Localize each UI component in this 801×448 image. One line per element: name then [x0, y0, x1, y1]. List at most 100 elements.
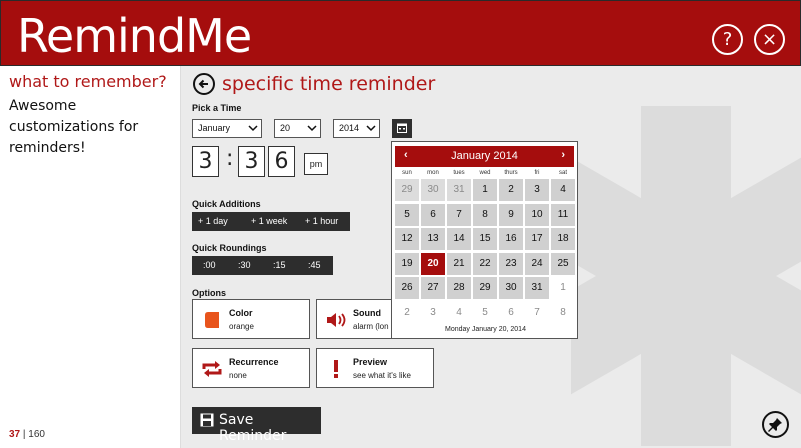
calendar-day[interactable]: 28	[447, 277, 471, 299]
color-option-title: Color	[229, 308, 253, 318]
calendar-day[interactable]: 7	[525, 301, 549, 324]
calendar-header: ‹ January 2014 ›	[395, 146, 574, 167]
add-1-week-button[interactable]: + 1 week	[251, 216, 287, 226]
calendar-day[interactable]: 16	[499, 228, 523, 250]
calendar-day[interactable]: 24	[525, 252, 549, 275]
calendar-day[interactable]: 26	[395, 277, 419, 299]
calendar-day[interactable]: 9	[499, 203, 523, 226]
calendar-day[interactable]: 8	[551, 301, 575, 324]
asterisk-watermark	[571, 106, 801, 446]
pick-time-label: Pick a Time	[192, 103, 242, 113]
calendar-day[interactable]: 15	[473, 228, 497, 250]
calendar-day[interactable]: 13	[421, 228, 445, 250]
calendar-day[interactable]: 4	[551, 179, 575, 201]
weekday-label: fri	[534, 170, 540, 176]
close-button[interactable]: ×	[754, 24, 785, 55]
sidebar-description: Awesome customizations for reminders!	[9, 98, 139, 156]
month-select[interactable]: January	[192, 119, 262, 138]
next-month-icon[interactable]: ›	[561, 149, 565, 161]
calendar-day[interactable]: 12	[395, 228, 419, 250]
minute-tens-field[interactable]: 3	[238, 146, 265, 177]
recurrence-option-value: none	[229, 371, 247, 380]
calendar-day[interactable]: 3	[421, 301, 445, 324]
calendar-day[interactable]: 29	[395, 179, 419, 201]
calendar-day[interactable]: 30	[421, 179, 445, 201]
quick-additions-bar: + 1 day + 1 week + 1 hour	[192, 212, 350, 231]
add-1-hour-button[interactable]: + 1 hour	[305, 216, 338, 226]
calendar-day[interactable]: 10	[525, 203, 549, 226]
weekday-label: thurs	[504, 170, 518, 176]
calendar-day[interactable]: 20	[421, 252, 445, 275]
chevron-down-icon	[366, 125, 376, 132]
calendar-icon	[397, 123, 407, 133]
options-label: Options	[192, 288, 226, 298]
preview-option-value: see what it's like	[353, 371, 411, 380]
quick-roundings-bar: :00 :30 :15 :45	[192, 256, 333, 275]
color-swatch-icon	[205, 312, 219, 328]
weekday-label: sun	[402, 170, 412, 176]
calendar-day[interactable]: 2	[395, 301, 419, 324]
help-button[interactable]: ?	[712, 24, 743, 55]
calendar-day[interactable]: 2	[499, 179, 523, 201]
calendar-day[interactable]: 5	[395, 203, 419, 226]
preview-option[interactable]: Preview see what it's like	[316, 348, 434, 388]
color-option[interactable]: Color orange	[192, 299, 310, 339]
preview-option-title: Preview	[353, 357, 388, 367]
recurrence-option-title: Recurrence	[229, 357, 279, 367]
calendar-day[interactable]: 19	[395, 252, 419, 275]
help-icon: ?	[722, 29, 733, 50]
weekday-label: sat	[558, 170, 567, 176]
sidebar-heading: what to remember?	[9, 72, 167, 91]
recurrence-option[interactable]: Recurrence none	[192, 348, 310, 388]
round-15-button[interactable]: :15	[273, 260, 286, 270]
calendar-day[interactable]: 5	[473, 301, 497, 324]
calendar-day[interactable]: 21	[447, 252, 471, 275]
minute-ones-field[interactable]: 6	[268, 146, 295, 177]
calendar-day[interactable]: 17	[525, 228, 549, 250]
counter-total: 160	[28, 429, 45, 440]
save-reminder-button[interactable]: Save Reminder	[192, 407, 321, 444]
app-title: RemindMe	[17, 9, 252, 63]
calendar-day[interactable]: 25	[551, 252, 575, 275]
repeat-icon	[202, 361, 222, 377]
calendar-day[interactable]: 1	[473, 179, 497, 201]
save-disk-icon	[200, 413, 214, 427]
add-1-day-button[interactable]: + 1 day	[198, 216, 228, 226]
quick-additions-label: Quick Additions	[192, 199, 261, 209]
year-select[interactable]: 2014	[333, 119, 380, 138]
calendar-day[interactable]: 29	[473, 277, 497, 299]
back-button[interactable]	[193, 73, 215, 95]
day-select[interactable]: 20	[274, 119, 321, 138]
calendar-day[interactable]: 22	[473, 252, 497, 275]
day-value: 20	[280, 123, 291, 133]
calendar-day[interactable]: 8	[473, 203, 497, 226]
pin-button[interactable]	[762, 411, 789, 438]
round-00-button[interactable]: :00	[203, 260, 216, 270]
weekday-label: mon	[427, 170, 439, 176]
calendar-day[interactable]: 31	[525, 277, 549, 299]
round-30-button[interactable]: :30	[238, 260, 251, 270]
calendar-day[interactable]: 23	[499, 252, 523, 275]
speaker-icon	[327, 313, 346, 327]
ampm-toggle[interactable]: pm	[304, 153, 328, 175]
round-45-button[interactable]: :45	[308, 260, 321, 270]
chevron-down-icon	[307, 125, 317, 132]
calendar-day[interactable]: 18	[551, 228, 575, 250]
month-value: January	[198, 123, 231, 133]
calendar-day[interactable]: 30	[499, 277, 523, 299]
calendar-footer-date: Monday January 20, 2014	[445, 326, 526, 333]
calendar-day[interactable]: 3	[525, 179, 549, 201]
calendar-button[interactable]	[392, 119, 412, 138]
page-title: specific time reminder	[222, 73, 436, 95]
calendar-day[interactable]: 4	[447, 301, 471, 324]
hour-field[interactable]: 3	[192, 146, 219, 177]
calendar-day[interactable]: 31	[447, 179, 471, 201]
calendar-day[interactable]: 11	[551, 203, 575, 226]
calendar-day[interactable]: 6	[499, 301, 523, 324]
calendar-day[interactable]: 14	[447, 228, 471, 250]
calendar-day[interactable]: 27	[421, 277, 445, 299]
calendar-day[interactable]: 6	[421, 203, 445, 226]
app-header: RemindMe ? ×	[0, 0, 801, 66]
calendar-day[interactable]: 7	[447, 203, 471, 226]
calendar-day[interactable]: 1	[551, 277, 575, 299]
